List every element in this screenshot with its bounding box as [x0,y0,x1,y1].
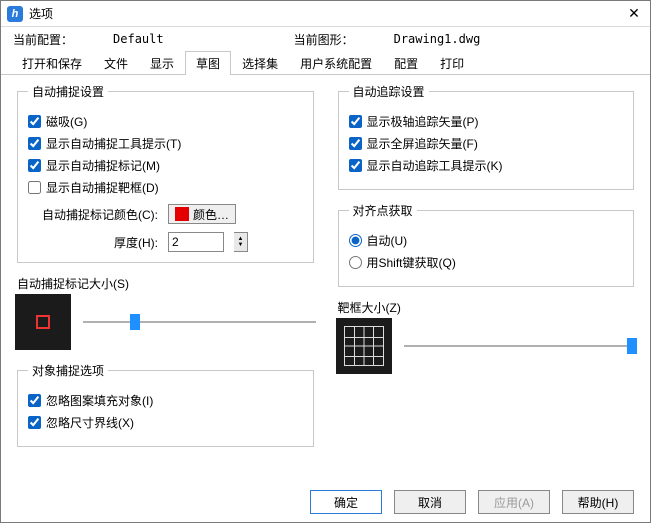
autosnap-tooltip-label: 显示自动捕捉工具提示(T) [46,135,181,152]
current-drawing-label: 当前图形： [294,31,354,48]
marker-color-label: 自动捕捉标记颜色(C): [28,206,158,223]
tab-user-system[interactable]: 用户系统配置 [289,51,383,75]
aperture-size-thumb[interactable] [627,338,637,354]
autosnap-marker-label: 显示自动捕捉标记(M) [46,157,160,174]
thickness-label: 厚度(H): [28,234,158,251]
autotrack-legend: 自动追踪设置 [349,83,429,100]
thickness-spinner[interactable]: ▲▼ [234,232,248,252]
object-snap-legend: 对象捕捉选项 [28,362,108,379]
aperture-size-slider[interactable] [404,337,637,355]
marker-size-thumb[interactable] [130,314,140,330]
marker-size-label: 自动捕捉标记大小(S) [17,275,316,292]
title-bar: h 选项 ✕ [1,1,650,27]
tab-drafting[interactable]: 草图 [185,51,231,75]
tab-selection[interactable]: 选择集 [231,51,289,75]
polar-vector-checkbox[interactable] [349,115,362,128]
align-shift-radio[interactable] [349,256,362,269]
marker-size-slider[interactable] [83,313,316,331]
object-snap-group: 对象捕捉选项 忽略图案填充对象(I) 忽略尺寸界线(X) [17,362,314,447]
aperture-preview-grid-icon [344,326,384,366]
autosnap-marker-checkbox[interactable] [28,159,41,172]
tab-open-and-save[interactable]: 打开和保存 [11,51,93,75]
ignore-ext-checkbox[interactable] [28,416,41,429]
color-swatch [175,207,189,221]
autosnap-aperture-label: 显示自动捕捉靶框(D) [46,179,159,196]
tab-print[interactable]: 打印 [429,51,475,75]
tab-profiles[interactable]: 配置 [383,51,429,75]
current-profile-label: 当前配置： [13,31,73,48]
apply-button[interactable]: 应用(A) [478,490,550,514]
app-icon: h [7,6,23,22]
help-button[interactable]: 帮助(H) [562,490,634,514]
align-auto-radio[interactable] [349,234,362,247]
magnet-checkbox[interactable] [28,115,41,128]
ignore-hatch-checkbox[interactable] [28,394,41,407]
current-profile-value: Default [113,32,164,46]
magnet-label: 磁吸(G) [46,113,87,130]
align-auto-label: 自动(U) [367,232,408,249]
align-acquire-legend: 对齐点获取 [349,202,417,219]
aperture-preview [336,318,392,374]
align-shift-label: 用Shift键获取(Q) [367,254,456,271]
cancel-button[interactable]: 取消 [394,490,466,514]
marker-preview [15,294,71,350]
thickness-input[interactable] [168,232,224,252]
autosnap-group: 自动捕捉设置 磁吸(G) 显示自动捕捉工具提示(T) 显示自动捕捉标记(M) 显… [17,83,314,263]
aperture-size-label: 靶框大小(Z) [338,299,637,316]
window-title: 选项 [29,5,53,22]
button-bar: 确定 取消 应用(A) 帮助(H) [1,490,650,514]
autosnap-aperture-checkbox[interactable] [28,181,41,194]
polar-vector-label: 显示极轴追踪矢量(P) [367,113,479,130]
tab-display[interactable]: 显示 [139,51,185,75]
ignore-ext-label: 忽略尺寸界线(X) [46,414,134,431]
autotrack-tooltip-checkbox[interactable] [349,159,362,172]
autosnap-legend: 自动捕捉设置 [28,83,108,100]
options-dialog: h 选项 ✕ 当前配置： Default 当前图形： Drawing1.dwg … [0,0,651,523]
fullscreen-vector-checkbox[interactable] [349,137,362,150]
tab-files[interactable]: 文件 [93,51,139,75]
current-drawing-value: Drawing1.dwg [394,32,481,46]
profile-info-row: 当前配置： Default 当前图形： Drawing1.dwg [1,27,650,51]
autosnap-tooltip-checkbox[interactable] [28,137,41,150]
align-acquire-group: 对齐点获取 自动(U) 用Shift键获取(Q) [338,202,635,287]
tabs: 打开和保存 文件 显示 草图 选择集 用户系统配置 配置 打印 [1,51,650,75]
autotrack-tooltip-label: 显示自动追踪工具提示(K) [367,157,503,174]
autotrack-group: 自动追踪设置 显示极轴追踪矢量(P) 显示全屏追踪矢量(F) 显示自动追踪工具提… [338,83,635,190]
ok-button[interactable]: 确定 [310,490,382,514]
fullscreen-vector-label: 显示全屏追踪矢量(F) [367,135,478,152]
close-icon[interactable]: ✕ [624,5,644,22]
marker-color-button[interactable]: 颜色… [168,204,236,224]
marker-preview-square-icon [36,315,50,329]
ignore-hatch-label: 忽略图案填充对象(I) [46,392,153,409]
